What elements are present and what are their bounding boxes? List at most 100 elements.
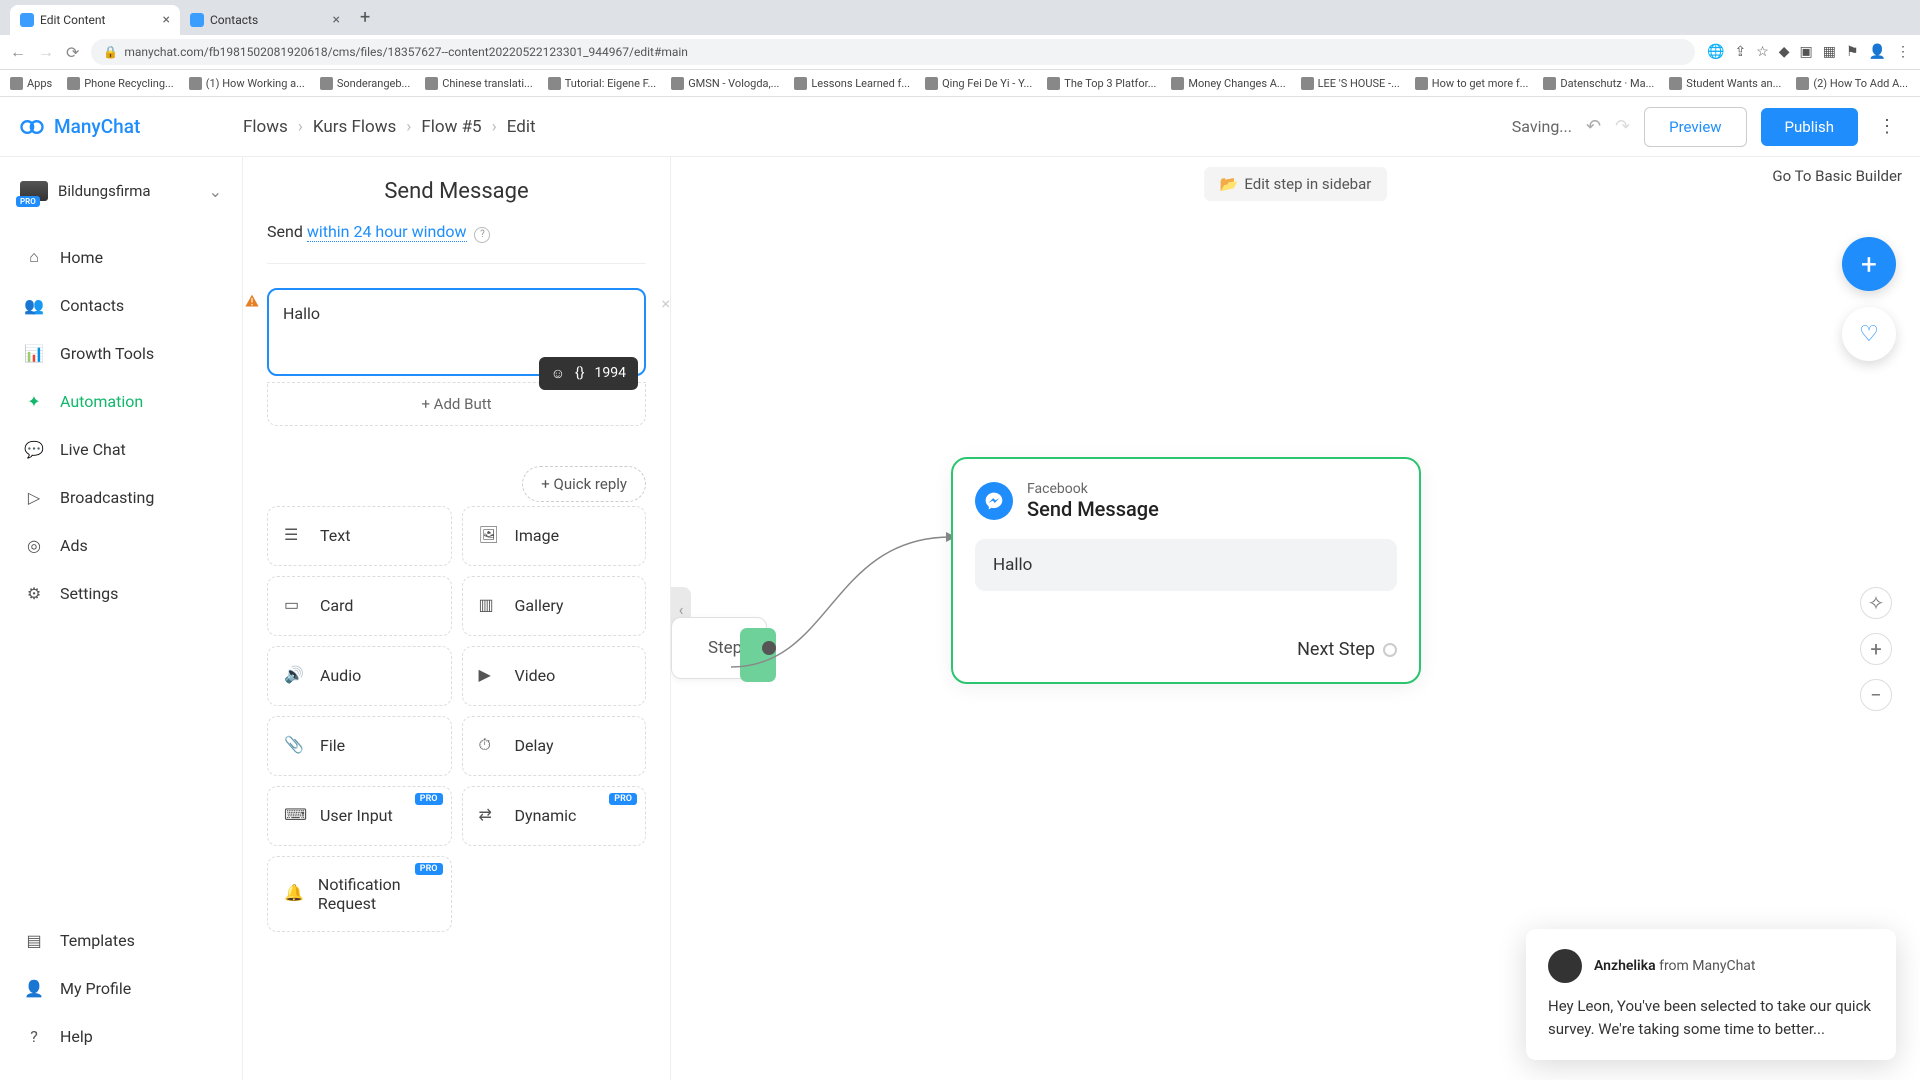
sidebar-item-home[interactable]: ⌂Home [0, 233, 242, 281]
preview-button[interactable]: Preview [1644, 107, 1746, 147]
block-audio[interactable]: 🔊Audio [267, 646, 452, 706]
block-user-input[interactable]: ⌨User InputPRO [267, 786, 452, 846]
breadcrumb-item[interactable]: Kurs Flows [313, 117, 396, 137]
share-icon[interactable]: ⇪ [1734, 44, 1746, 60]
undo-icon[interactable]: ↶ [1586, 116, 1601, 137]
next-step-row[interactable]: Next Step [975, 639, 1397, 660]
bookmark-item[interactable]: LEE 'S HOUSE -... [1301, 77, 1400, 90]
bookmark-item[interactable]: Money Changes A... [1171, 77, 1285, 90]
grid-icon [10, 77, 23, 90]
bookmark-label: Apps [27, 77, 52, 90]
close-icon[interactable]: × [163, 12, 170, 28]
help-icon[interactable]: ? [474, 227, 490, 243]
bookmark-item[interactable]: (2) How To Add A... [1796, 77, 1908, 90]
remove-block-icon[interactable]: × [661, 294, 670, 313]
zoom-out-icon[interactable]: − [1860, 679, 1892, 711]
block-image[interactable]: 🖼Image [462, 506, 647, 566]
bookmark-item[interactable]: Sonderangeb... [320, 77, 410, 90]
sidebar-item-templates[interactable]: ▤Templates [0, 916, 242, 964]
bookmark-label: Sonderangeb... [337, 77, 410, 90]
block-card[interactable]: ▭Card [267, 576, 452, 636]
auto-layout-icon[interactable]: ✧ [1860, 587, 1892, 619]
bookmark-item[interactable]: Tutorial: Eigene F... [548, 77, 656, 90]
bookmark-item[interactable]: Chinese translati... [425, 77, 533, 90]
breadcrumb-item[interactable]: Flows [243, 117, 288, 137]
extension-icon[interactable]: ▣ [1800, 44, 1813, 60]
browser-tab[interactable]: Edit Content × [10, 5, 180, 35]
block-label: Image [515, 526, 560, 545]
sidebar-item-profile[interactable]: 👤My Profile [0, 964, 242, 1012]
emoji-icon[interactable]: ☺ [551, 365, 565, 382]
block-text[interactable]: ☰Text [267, 506, 452, 566]
upstream-step-node[interactable]: Step [671, 617, 767, 679]
block-gallery[interactable]: ▥Gallery [462, 576, 647, 636]
sidebar: PRO Bildungsfirma ⌄ ⌂Home 👥Contacts 📊Gro… [0, 157, 243, 1080]
bookmark-label: Chinese translati... [442, 77, 533, 90]
bookmark-item[interactable]: Lessons Learned f... [794, 77, 910, 90]
send-window-link[interactable]: within 24 hour window [307, 222, 467, 242]
block-file[interactable]: 📎File [267, 716, 452, 776]
bookmark-item[interactable]: Phone Recycling... [67, 77, 173, 90]
profile-icon[interactable]: 👤 [1869, 44, 1886, 60]
workspace-selector[interactable]: PRO Bildungsfirma ⌄ [0, 167, 242, 215]
support-chat-popup[interactable]: Anzhelika from ManyChat Hey Leon, You've… [1526, 929, 1896, 1060]
sidebar-item-contacts[interactable]: 👥Contacts [0, 281, 242, 329]
send-message-node[interactable]: Facebook Send Message Hallo Next Step [951, 457, 1421, 684]
extension-icon[interactable]: ◆ [1779, 44, 1790, 60]
more-icon[interactable]: ⋮ [1872, 116, 1902, 137]
output-port[interactable] [762, 641, 776, 655]
publish-button[interactable]: Publish [1761, 108, 1858, 146]
app-header: ManyChat Flows › Kurs Flows › Flow #5 › … [0, 97, 1920, 157]
apps-button[interactable]: Apps [10, 77, 52, 90]
menu-icon[interactable]: ⋮ [1896, 44, 1910, 60]
char-counter: 1994 [595, 365, 626, 381]
sidebar-item-growth[interactable]: 📊Growth Tools [0, 329, 242, 377]
url-input[interactable]: 🔒 manychat.com/fb198150208192061­8/cms/f… [91, 39, 1695, 65]
bookmark-item[interactable]: How to get more f... [1415, 77, 1529, 90]
browser-tab[interactable]: Contacts × [180, 5, 350, 35]
bookmark-item[interactable]: Qing Fei De Yi - Y... [925, 77, 1032, 90]
reload-icon[interactable]: ⟳ [66, 43, 79, 62]
bookmark-label: Qing Fei De Yi - Y... [942, 77, 1032, 90]
sidebar-item-automation[interactable]: ✦Automation [0, 377, 242, 425]
new-tab-button[interactable]: + [360, 7, 370, 28]
back-icon[interactable]: ← [10, 42, 26, 62]
sidebar-item-livechat[interactable]: 💬Live Chat [0, 425, 242, 473]
edit-in-sidebar-button[interactable]: 📂Edit step in sidebar [1204, 167, 1388, 201]
block-notification[interactable]: 🔔Notification RequestPRO [267, 856, 452, 932]
block-video[interactable]: ▶Video [462, 646, 647, 706]
bookmark-item[interactable]: GMSN - Vologda,... [671, 77, 779, 90]
star-icon[interactable]: ☆ [1756, 44, 1769, 60]
bookmark-item[interactable]: Datenschutz · Ma... [1543, 77, 1654, 90]
zoom-in-icon[interactable]: + [1860, 633, 1892, 665]
block-delay[interactable]: ⏱Delay [462, 716, 647, 776]
basic-builder-link[interactable]: Go To Basic Builder [1772, 167, 1902, 185]
bookmark-item[interactable]: (1) How Working a... [189, 77, 305, 90]
favorite-fab[interactable]: ♡ [1842, 307, 1896, 361]
bookmark-item[interactable]: The Top 3 Platfor... [1047, 77, 1156, 90]
extension-icon[interactable]: ▦ [1823, 44, 1836, 60]
output-port[interactable] [1383, 643, 1397, 657]
bookmark-label: GMSN - Vologda,... [688, 77, 779, 90]
breadcrumb-item[interactable]: Edit [507, 117, 536, 137]
pro-badge: PRO [415, 793, 443, 805]
nav-label: Ads [60, 536, 88, 555]
flow-canvas[interactable]: 📂Edit step in sidebar Go To Basic Builde… [671, 157, 1920, 1080]
bookmark-item[interactable]: Student Wants an... [1669, 77, 1781, 90]
sidebar-item-broadcast[interactable]: ▷Broadcasting [0, 473, 242, 521]
breadcrumb-item[interactable]: Flow #5 [421, 117, 481, 137]
sidebar-item-help[interactable]: ?Help [0, 1012, 242, 1060]
sidebar-item-ads[interactable]: ◎Ads [0, 521, 242, 569]
redo-icon[interactable]: ↷ [1615, 116, 1630, 137]
add-step-fab[interactable]: + [1842, 237, 1896, 291]
block-dynamic[interactable]: ⇄DynamicPRO [462, 786, 647, 846]
variable-icon[interactable]: {} [575, 365, 584, 381]
translate-icon[interactable]: 🌐 [1707, 44, 1724, 60]
forward-icon[interactable]: → [38, 42, 54, 62]
quick-reply-button[interactable]: + Quick reply [522, 466, 646, 502]
extension-icon[interactable]: ⚑ [1846, 44, 1859, 60]
sidebar-item-settings[interactable]: ⚙Settings [0, 569, 242, 617]
zoom-controls: ✧ + − [1860, 587, 1892, 711]
close-icon[interactable]: × [333, 12, 340, 28]
brand-logo[interactable]: ManyChat [18, 113, 243, 141]
